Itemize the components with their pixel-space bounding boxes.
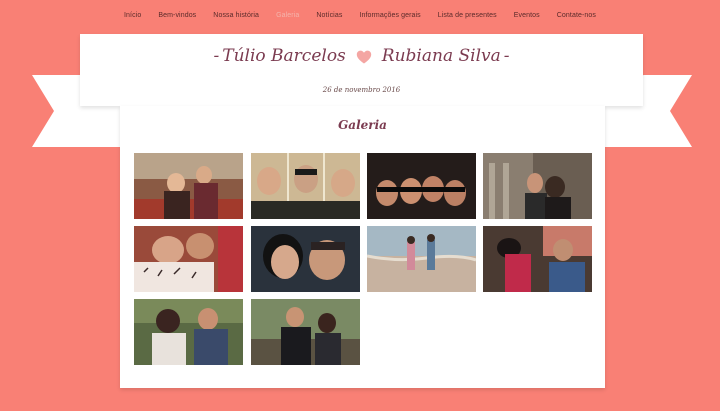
nav-item-noticias[interactable]: Notícias [308, 12, 351, 19]
gallery-photo-9[interactable] [134, 299, 243, 365]
couple-names: - Túlio Barcelos Rubiana Silva - [80, 46, 643, 66]
nav-item-galeria[interactable]: Galeria [268, 12, 308, 19]
gallery-photo-6[interactable] [251, 226, 360, 292]
nav-item-bem-vindos[interactable]: Bem-vindos [150, 12, 205, 19]
gallery-photo-7[interactable] [367, 226, 476, 292]
groom-name: Túlio Barcelos [222, 46, 346, 66]
gallery-photo-4[interactable] [483, 153, 592, 219]
nav-item-inicio[interactable]: Início [115, 12, 149, 19]
nav-item-nossa-historia[interactable]: Nossa história [205, 12, 268, 19]
nav-item-informacoes-gerais[interactable]: Informações gerais [351, 12, 429, 19]
gallery-photo-5[interactable] [134, 226, 243, 292]
main-nav: Início Bem-vindos Nossa história Galeria… [0, 12, 720, 19]
gallery-panel: Galeria [120, 106, 605, 388]
page-title: Galeria [338, 118, 387, 132]
gallery-photo-10[interactable] [251, 299, 360, 365]
heart-icon [356, 49, 372, 65]
gallery-photo-8[interactable] [483, 226, 592, 292]
nav-item-eventos[interactable]: Eventos [505, 12, 548, 19]
nav-item-contate-nos[interactable]: Contate-nos [548, 12, 604, 19]
nav-item-lista-de-presentes[interactable]: Lista de presentes [429, 12, 505, 19]
gallery-photo-2[interactable] [251, 153, 360, 219]
title-dash-right: - [503, 46, 510, 66]
bride-name: Rubiana Silva [381, 46, 501, 66]
gallery-photo-1[interactable] [134, 153, 243, 219]
title-dash-left: - [213, 46, 220, 66]
wedding-date: 26 de novembro 2016 [322, 86, 401, 94]
header-banner: - Túlio Barcelos Rubiana Silva - 26 de n… [80, 34, 643, 106]
gallery-photo-3[interactable] [367, 153, 476, 219]
